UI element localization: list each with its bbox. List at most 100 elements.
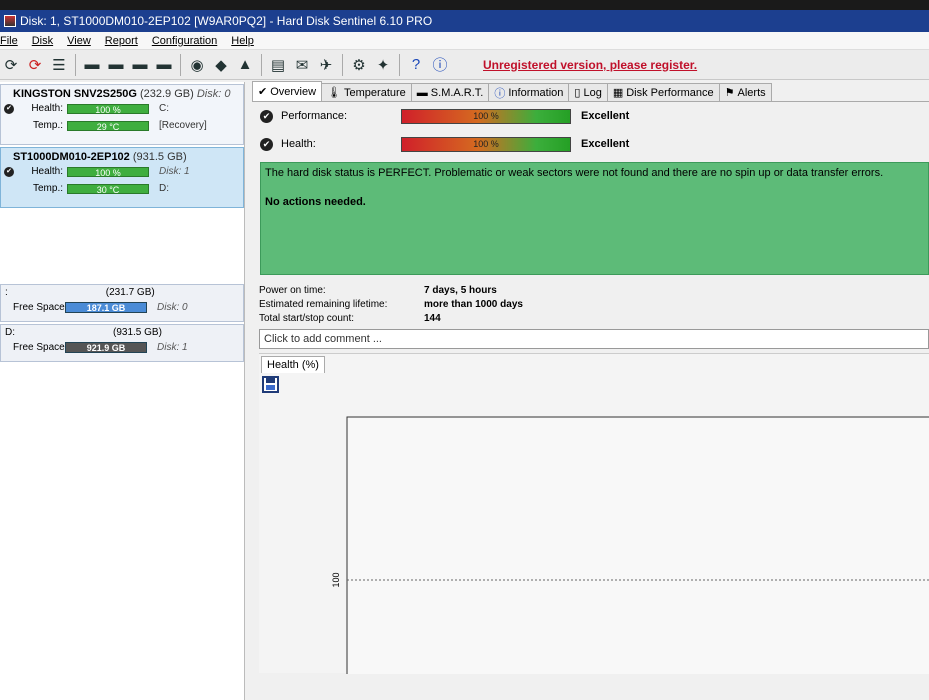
panel-spacer: [0, 210, 244, 282]
disk-test-icon[interactable]: ▬: [81, 54, 103, 76]
disk-card-seagate[interactable]: ST1000DM010-2EP102 (931.5 GB) ✔ Health: …: [0, 147, 244, 208]
menu-help[interactable]: Help: [231, 35, 254, 47]
help-icon[interactable]: ?: [405, 54, 427, 76]
check-icon: ✔: [258, 86, 268, 98]
disk-name: ST1000DM010-2EP102: [13, 151, 130, 163]
disk-name: KINGSTON SNV2S250G: [13, 88, 137, 100]
disk-size: (931.5 GB): [132, 151, 187, 163]
comment-field[interactable]: Click to add comment ...: [259, 329, 929, 349]
temp-bar: 30 °C: [67, 183, 149, 195]
check-icon: ✔: [4, 103, 14, 114]
toolbar-separator: [75, 53, 76, 76]
alert-disk-icon[interactable]: ▲: [234, 54, 256, 76]
check-icon: ✔: [260, 109, 273, 123]
app-window: Disk: 1, ST1000DM010-2EP102 [W9AR0PQ2] -…: [0, 10, 929, 700]
free-space-bar: 187.1 GB: [65, 302, 147, 313]
smart-icon: ▬: [416, 86, 428, 99]
disk-title: ST1000DM010-2EP102 (931.5 GB): [13, 151, 239, 163]
check-icon: ✔: [260, 137, 273, 151]
partition-label: C:: [159, 103, 169, 114]
toolbar-separator: [342, 53, 343, 76]
info-icon[interactable]: ⓘ: [429, 54, 451, 76]
alerts-icon: ⚑: [724, 87, 735, 99]
free-space-label: Free Space: [13, 302, 65, 313]
partition-label: [Recovery]: [159, 120, 207, 131]
tab-alerts[interactable]: ⚑ Alerts: [718, 83, 772, 101]
menu-report[interactable]: Report: [105, 35, 138, 47]
health-meter: 100 %: [401, 136, 571, 152]
disk-title: KINGSTON SNV2S250G (232.9 GB) Disk: 0: [13, 88, 239, 100]
chart-plot-area: [348, 418, 929, 674]
tab-information[interactable]: ⓘ Information: [488, 83, 570, 101]
menu-file[interactable]: File: [0, 35, 18, 47]
free-space-row: Free Space 921.9 GB Disk: 1: [5, 342, 239, 353]
temp-label: Temp.:: [32, 183, 63, 194]
performance-label: Performance:: [281, 110, 348, 122]
surface-test-icon[interactable]: ▬: [105, 54, 127, 76]
chart-tab-health[interactable]: Health (%): [261, 356, 325, 373]
action-text: No actions needed.: [265, 196, 366, 208]
tab-label: Overview: [270, 85, 317, 98]
performance-row: ✔ Performance: 100 % Excellent: [252, 102, 929, 130]
email-icon[interactable]: ✉: [291, 54, 313, 76]
disk-info-block: Power on time: 7 days, 5 hours Estimated…: [259, 283, 929, 325]
tab-disk-performance[interactable]: ▦ Disk Performance: [606, 83, 720, 101]
menu-configuration[interactable]: Configuration: [152, 35, 217, 47]
disk-scan-icon[interactable]: ▬: [129, 54, 151, 76]
volume-card[interactable]: D: (931.5 GB) Free Space 921.9 GB Disk: 1: [0, 324, 244, 362]
power-on-value: 7 days, 5 hours: [424, 284, 497, 296]
tools-icon[interactable]: ✦: [372, 54, 394, 76]
toolbar: ⟳ ⟳ ☰ ▬ ▬ ▬ ▬ ◉ ◆ ▲ ▤ ✉ ✈ ⚙ ✦ ? ⓘ Unregi…: [0, 50, 929, 80]
refresh-icon[interactable]: ⟳: [0, 54, 22, 76]
health-chart-panel: Health (%) 100: [259, 353, 929, 674]
startstop-label: Total start/stop count:: [259, 312, 355, 324]
tab-temperature[interactable]: 🌡 Temperature: [321, 83, 412, 101]
volume-letter: D:: [5, 327, 15, 338]
title-bar: Disk: 1, ST1000DM010-2EP102 [W9AR0PQ2] -…: [0, 10, 929, 32]
power-on-label: Power on time:: [259, 284, 326, 296]
tab-smart[interactable]: ▬ S.M.A.R.T.: [410, 83, 490, 101]
menu-view[interactable]: View: [67, 35, 91, 47]
tab-label: Log: [583, 86, 602, 99]
temp-row: Temp.: 29 °C [Recovery]: [13, 117, 239, 134]
status-text-box: The hard disk status is PERFECT. Problem…: [260, 162, 929, 275]
disk-number: Disk: 0: [196, 88, 231, 100]
lifetime-row: Estimated remaining lifetime: more than …: [259, 297, 929, 311]
lifetime-label: Estimated remaining lifetime:: [259, 298, 388, 310]
status-text: The hard disk status is PERFECT. Problem…: [265, 167, 884, 179]
tab-overview[interactable]: ✔ Overview: [252, 81, 323, 101]
volume-size: (231.7 GB): [105, 287, 155, 298]
settings-icon[interactable]: ⚙: [348, 54, 370, 76]
volume-letter: :: [5, 287, 8, 298]
volume-card[interactable]: : (231.7 GB) Free Space 187.1 GB Disk: 0: [0, 284, 244, 322]
register-link[interactable]: Unregistered version, please register.: [483, 58, 697, 72]
log-icon: ▯: [574, 87, 581, 99]
send-report-icon[interactable]: ✈: [315, 54, 337, 76]
list-icon[interactable]: ☰: [48, 54, 70, 76]
globe-icon[interactable]: ◉: [186, 54, 208, 76]
tab-log[interactable]: ▯ Log: [568, 83, 608, 101]
menu-disk[interactable]: Disk: [32, 35, 53, 47]
network-disk-icon[interactable]: ◆: [210, 54, 232, 76]
performance-verdict: Excellent: [581, 110, 630, 122]
disk-erase-icon[interactable]: ▬: [153, 54, 175, 76]
health-row: ✔ Health: 100 % Excellent: [252, 130, 929, 158]
health-label: Health:: [31, 166, 63, 177]
partition-label: D:: [159, 183, 169, 194]
power-on-row: Power on time: 7 days, 5 hours: [259, 283, 929, 297]
health-chart: 100: [331, 416, 929, 674]
disk-list-panel: KINGSTON SNV2S250G (232.9 GB) Disk: 0 ✔ …: [0, 82, 245, 700]
disk-card-kingston[interactable]: KINGSTON SNV2S250G (232.9 GB) Disk: 0 ✔ …: [0, 84, 244, 145]
notes-icon[interactable]: ▤: [267, 54, 289, 76]
menu-bar: File Disk View Report Configuration Help: [0, 32, 929, 50]
startstop-row: Total start/stop count: 144: [259, 311, 929, 325]
free-space-label: Free Space: [13, 342, 65, 353]
save-icon[interactable]: [262, 376, 279, 393]
temp-label: Temp.:: [32, 120, 63, 131]
free-space-row: Free Space 187.1 GB Disk: 0: [5, 302, 239, 313]
lifetime-value: more than 1000 days: [424, 298, 523, 310]
performance-meter: 100 %: [401, 108, 571, 124]
performance-icon: ▦: [612, 87, 624, 99]
refresh-disk-icon[interactable]: ⟳: [24, 54, 46, 76]
toolbar-separator: [261, 53, 262, 76]
